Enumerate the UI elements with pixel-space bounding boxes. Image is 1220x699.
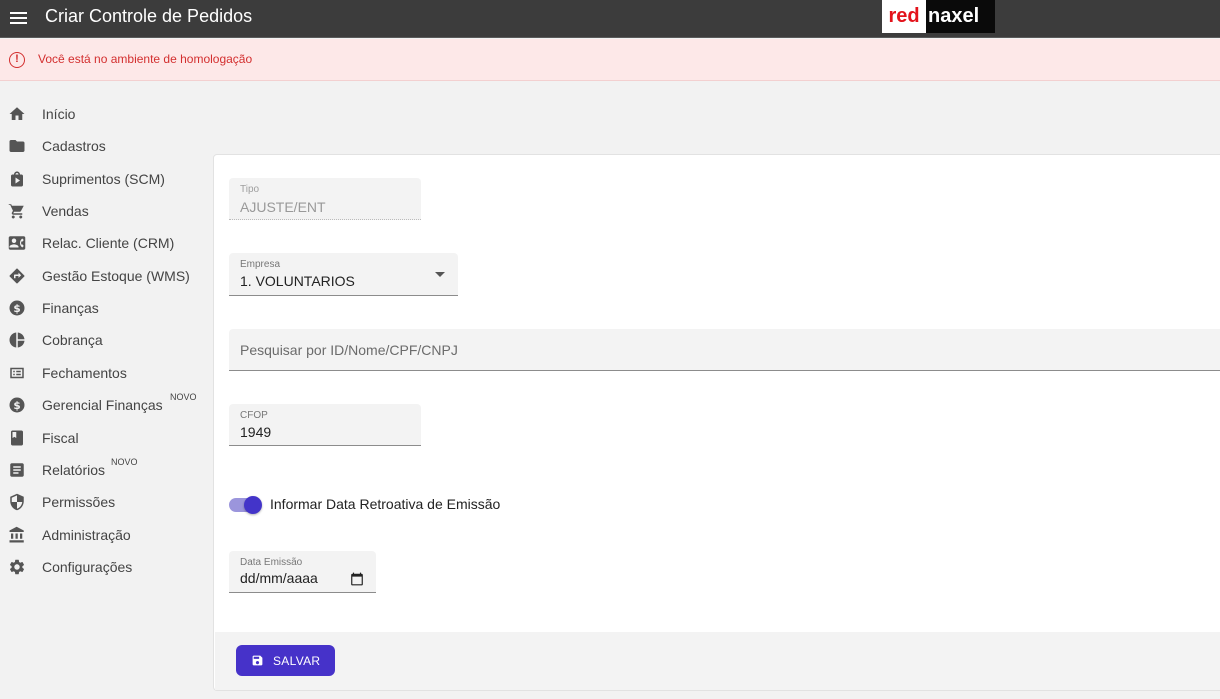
sidebar-item-label: Início <box>42 106 76 122</box>
page-title: Criar Controle de Pedidos <box>45 6 253 26</box>
data-emissao-field[interactable]: Data Emissão dd/mm/aaaa <box>229 551 376 593</box>
toggle-thumb <box>244 496 262 514</box>
dollar-icon: $ <box>9 397 25 413</box>
sidebar-item-financas[interactable]: $ Finanças <box>0 293 212 323</box>
menu-icon[interactable] <box>10 9 28 27</box>
folder-icon <box>9 140 25 152</box>
sidebar-item-label: Relatórios <box>42 462 106 478</box>
form-actions: SALVAR <box>215 632 1220 690</box>
save-button-label: SALVAR <box>273 654 321 668</box>
sidebar-item-label: Configurações <box>42 559 133 575</box>
sidebar-item-label: Fechamentos <box>42 365 127 381</box>
sidebar-item-label: Gerencial Finanças <box>42 397 163 413</box>
pie-chart-icon <box>9 332 25 348</box>
empresa-value: 1. VOLUNTARIOS <box>240 273 355 289</box>
sidebar-item-cobranca[interactable]: Cobrança <box>0 325 212 355</box>
environment-alert: ! Você está no ambiente de homologação <box>0 39 1220 81</box>
brand-logo: red naxel <box>882 0 995 33</box>
search-input[interactable]: Pesquisar por ID/Nome/CPF/CNPJ <box>229 329 1220 371</box>
form-card: Tipo AJUSTE/ENT Empresa 1. VOLUNTARIOS P… <box>213 154 1220 691</box>
shopping-bag-icon <box>11 171 23 187</box>
sidebar-item-relatorios[interactable]: Relatórios NOVO <box>0 455 212 485</box>
sidebar-item-label: Suprimentos (SCM) <box>42 171 165 187</box>
sidebar-item-wms[interactable]: Gestão Estoque (WMS) <box>0 261 212 291</box>
retroactive-date-toggle[interactable] <box>229 496 263 514</box>
sidebar-item-vendas[interactable]: Vendas <box>0 196 212 226</box>
retroactive-date-toggle-label: Informar Data Retroativa de Emissão <box>270 496 501 512</box>
data-emissao-label: Data Emissão <box>240 557 303 568</box>
sidebar-item-label: Relac. Cliente (CRM) <box>42 235 175 251</box>
sidebar-item-cadastros[interactable]: Cadastros <box>0 131 212 161</box>
sidebar-item-fiscal[interactable]: Fiscal <box>0 423 212 453</box>
new-badge: NOVO <box>111 457 138 467</box>
data-emissao-value: dd/mm/aaaa <box>240 570 318 586</box>
sidebar-item-administracao[interactable]: Administração <box>0 520 212 550</box>
sidebar-item-label: Finanças <box>42 300 99 316</box>
sidebar-item-gerencial-financas[interactable]: $ Gerencial Finanças NOVO <box>0 390 212 420</box>
chevron-down-icon <box>435 272 445 277</box>
search-placeholder: Pesquisar por ID/Nome/CPF/CNPJ <box>240 342 458 358</box>
cfop-field[interactable]: CFOP 1949 <box>229 404 421 446</box>
sidebar-item-label: Cobrança <box>42 332 103 348</box>
contact-card-icon <box>8 236 26 250</box>
new-badge: NOVO <box>170 392 197 402</box>
sidebar-item-label: Fiscal <box>42 430 79 446</box>
sidebar-item-crm[interactable]: Relac. Cliente (CRM) <box>0 228 212 258</box>
sidebar-item-label: Gestão Estoque (WMS) <box>42 268 190 284</box>
gear-icon <box>9 559 25 575</box>
cfop-value: 1949 <box>240 424 272 440</box>
sidebar-item-inicio[interactable]: Início <box>0 99 212 129</box>
bank-icon <box>9 526 24 543</box>
directions-icon <box>9 268 25 284</box>
sidebar-item-label: Vendas <box>42 203 89 219</box>
save-icon <box>252 655 263 666</box>
brand-logo-naxel: naxel <box>926 0 995 33</box>
dollar-icon: $ <box>9 300 25 316</box>
app-bar: Criar Controle de Pedidos red naxel <box>0 0 1220 38</box>
sidebar-item-configuracoes[interactable]: Configurações <box>0 552 212 582</box>
sidebar-item-fechamentos[interactable]: Fechamentos <box>0 358 212 388</box>
empresa-label: Empresa <box>240 259 281 270</box>
tipo-field: Tipo AJUSTE/ENT <box>229 178 421 220</box>
shield-icon <box>10 493 24 511</box>
cfop-label: CFOP <box>240 410 268 421</box>
calendar-icon[interactable] <box>350 572 364 586</box>
sidebar-item-suprimentos[interactable]: Suprimentos (SCM) <box>0 164 212 194</box>
alert-icon: ! <box>9 52 25 68</box>
sidebar-item-label: Cadastros <box>42 138 106 154</box>
sidebar-item-permissoes[interactable]: Permissões <box>0 487 212 517</box>
book-icon <box>11 430 23 446</box>
cart-icon <box>8 203 24 219</box>
tipo-label: Tipo <box>240 184 260 195</box>
tipo-value: AJUSTE/ENT <box>240 199 326 215</box>
svg-text:$: $ <box>13 400 20 412</box>
home-icon <box>9 107 25 120</box>
empresa-select[interactable]: Empresa 1. VOLUNTARIOS <box>229 253 458 296</box>
alert-text: Você está no ambiente de homologação <box>38 52 253 66</box>
report-icon <box>10 463 24 477</box>
list-window-icon <box>10 367 24 379</box>
save-button[interactable]: SALVAR <box>236 645 335 676</box>
sidebar-item-label: Administração <box>42 527 131 543</box>
svg-text:$: $ <box>13 303 20 315</box>
brand-logo-red: red <box>882 0 926 33</box>
sidebar-item-label: Permissões <box>42 494 116 510</box>
